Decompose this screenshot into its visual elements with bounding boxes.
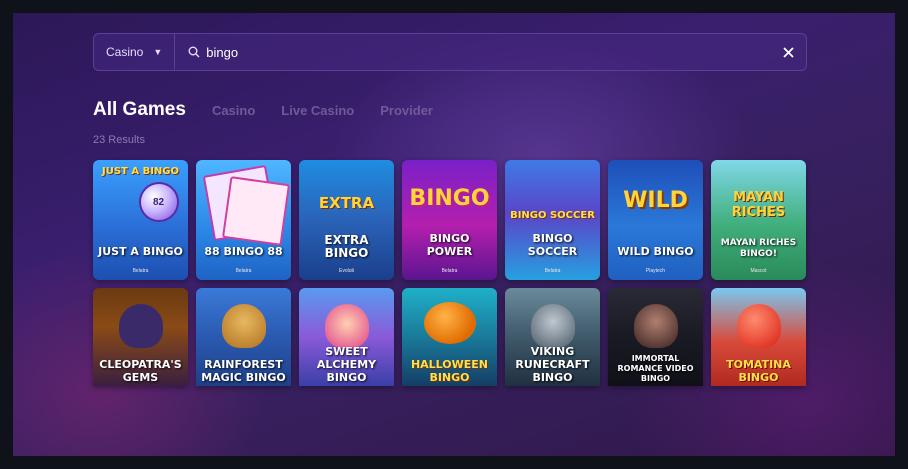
game-tile-wild-bingo[interactable]: WILD WILD BINGO Playtech [608, 160, 703, 280]
category-dropdown[interactable]: Casino ▼ [94, 34, 176, 70]
game-tile-extra-bingo[interactable]: EXTRA EXTRA BINGO Evoluti [299, 160, 394, 280]
search-icon [188, 46, 200, 58]
pumpkin-icon [423, 302, 476, 344]
game-provider: Belatra [235, 268, 252, 274]
game-provider: Belatra [441, 268, 458, 274]
game-title: SWEET ALCHEMY BINGO [316, 345, 377, 384]
game-title: MAYAN RICHES BINGO! [720, 238, 797, 259]
results-count: 23 Results [93, 134, 145, 146]
chevron-down-icon: ▼ [153, 47, 163, 57]
game-provider: Evoluti [338, 268, 354, 274]
game-tile-88-bingo-88[interactable]: 88 BINGO 88 Belatra [196, 160, 291, 280]
game-tile-rainforest-magic-bingo[interactable]: RAINFOREST MAGIC BINGO [196, 288, 291, 386]
game-tile-cleopatras-gems[interactable]: CLEOPATRA'S GEMS [93, 288, 188, 386]
game-logo-text: WILD [623, 188, 688, 213]
game-title: EXTRA BINGO [324, 233, 369, 260]
characters-icon [633, 304, 678, 348]
game-grid: JUST A BINGO 82 JUST A BINGO Belatra 88 … [93, 160, 806, 386]
game-title: JUST A BINGO [98, 245, 183, 258]
bingo-card-icon [221, 176, 291, 246]
game-title: 88 BINGO 88 [204, 245, 283, 258]
game-logo-text: EXTRA [318, 194, 375, 212]
game-tile-bingo-power[interactable]: BINGO BINGO POWER Belatra [402, 160, 497, 280]
jaguar-icon [221, 304, 266, 348]
game-tile-sweet-alchemy-bingo[interactable]: SWEET ALCHEMY BINGO [299, 288, 394, 386]
game-logo-text: BINGO [409, 186, 490, 211]
close-icon[interactable] [782, 46, 794, 58]
game-title: TOMATINA BINGO [726, 358, 791, 384]
tomato-icon [736, 304, 781, 348]
game-provider: Belatra [132, 268, 149, 274]
tab-provider[interactable]: Provider [380, 103, 433, 118]
game-provider: Mascot [750, 268, 767, 274]
game-provider: Playtech [645, 268, 666, 274]
game-title: CLEOPATRA'S GEMS [99, 358, 182, 384]
game-logo-text: BINGO SOCCER [510, 210, 595, 221]
game-tile-tomatina-bingo[interactable]: TOMATINA BINGO [711, 288, 806, 386]
game-title: BINGO POWER [426, 232, 473, 258]
game-tile-mayan-riches-bingo[interactable]: MAYAN RICHES MAYAN RICHES BINGO! Mascot [711, 160, 806, 280]
game-title: IMMORTAL ROMANCE VIDEO BINGO [617, 354, 694, 383]
game-tile-just-a-bingo[interactable]: JUST A BINGO 82 JUST A BINGO Belatra [93, 160, 188, 280]
game-tile-bingo-soccer[interactable]: BINGO SOCCER BINGO SOCCER Belatra [505, 160, 600, 280]
cat-icon [118, 304, 163, 348]
tab-all-games[interactable]: All Games [93, 99, 186, 121]
bingo-ball-icon: 82 [138, 182, 179, 222]
category-label: Casino [106, 45, 144, 59]
game-title: RAINFOREST MAGIC BINGO [201, 358, 286, 384]
search-bar: Casino ▼ [93, 33, 807, 71]
game-tile-viking-runecraft-bingo[interactable]: VIKING RUNECRAFT BINGO [505, 288, 600, 386]
tab-live-casino[interactable]: Live Casino [281, 103, 354, 118]
game-tile-immortal-romance-video-bingo[interactable]: IMMORTAL ROMANCE VIDEO BINGO [608, 288, 703, 386]
tab-casino[interactable]: Casino [212, 103, 255, 118]
game-tile-halloween-bingo[interactable]: HALLOWEEN BINGO [402, 288, 497, 386]
category-tabs: All Games Casino Live Casino Provider [93, 99, 433, 121]
casino-search-overlay: Casino ▼ All Games Casino Live Casino Pr… [13, 13, 895, 456]
witch-icon [324, 304, 369, 348]
game-title: HALLOWEEN BINGO [410, 358, 489, 384]
game-title: BINGO SOCCER [527, 232, 578, 258]
game-logo-text: MAYAN RICHES [731, 190, 786, 220]
game-title: WILD BINGO [617, 245, 694, 258]
game-title: VIKING RUNECRAFT BINGO [515, 345, 590, 384]
game-provider: Belatra [544, 268, 561, 274]
game-logo-text: JUST A BINGO [102, 166, 179, 177]
search-input[interactable] [206, 44, 782, 60]
viking-icon [530, 304, 575, 348]
